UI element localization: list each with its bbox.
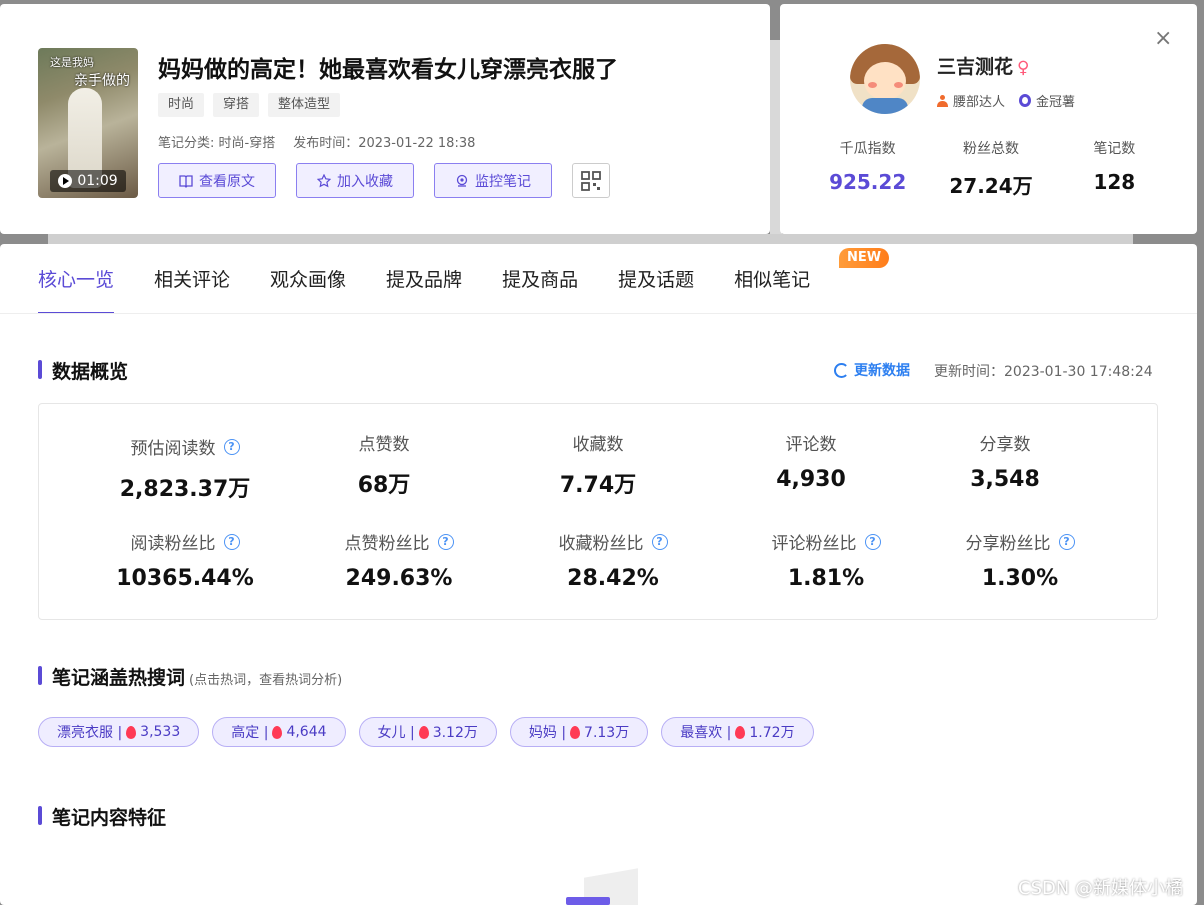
metric-like-fan-ratio: 点赞粉丝比? 249.63% — [344, 533, 454, 591]
duration-text: 01:09 — [77, 173, 118, 189]
tab-audience[interactable]: 观众画像 — [270, 244, 346, 314]
close-icon[interactable]: × — [1154, 28, 1172, 50]
tab-brands[interactable]: 提及品牌 — [386, 244, 462, 314]
help-icon[interactable]: ? — [223, 533, 240, 550]
tab-bar: 核心一览 相关评论 观众画像 提及品牌 提及商品 提及话题 相似笔记 — [38, 244, 810, 314]
author-badges: 腰部达人 金冠薯 — [937, 91, 1075, 110]
hot-word-chip[interactable]: 高定 | 4,644 — [212, 717, 346, 747]
hot-word-chip[interactable]: 最喜欢 | 1.72万 — [661, 717, 814, 747]
thumbnail-caption-1: 这是我妈 — [50, 56, 94, 69]
qr-code-button[interactable] — [572, 163, 610, 198]
refresh-data-button[interactable]: 更新数据 — [834, 360, 910, 380]
flame-icon — [126, 725, 137, 739]
note-tag: 时尚 — [158, 93, 205, 117]
main-panel: 核心一览 相关评论 观众画像 提及品牌 提及商品 提及话题 相似笔记 NEW 数… — [0, 244, 1197, 905]
monitor-note-button[interactable]: 监控笔记 — [434, 163, 552, 198]
note-category: 笔记分类: 时尚-穿搭 — [158, 136, 276, 151]
add-favorite-button[interactable]: 加入收藏 — [296, 163, 414, 198]
watermark: CSDN @新媒体小橘 — [1018, 878, 1184, 899]
view-original-button[interactable]: 查看原文 — [158, 163, 276, 198]
note-tag: 穿搭 — [213, 93, 260, 117]
author-stats: 千瓜指数 925.22 粉丝总数 27.24万 笔记数 128 — [806, 138, 1176, 199]
metric-read-fan-ratio: 阅读粉丝比? 10365.44% — [116, 533, 254, 591]
note-tag: 整体造型 — [268, 93, 341, 117]
star-icon — [317, 173, 331, 187]
metric-favorites: 收藏数 7.74万 — [559, 435, 637, 498]
note-card: 这是我妈 亲手做的 01:09 妈妈做的高定！她最喜欢看女儿穿漂亮衣服了 时尚 … — [0, 4, 770, 234]
thumbnail-caption-2: 亲手做的 — [74, 73, 130, 89]
refresh-icon — [834, 362, 849, 378]
qr-code-icon — [581, 170, 601, 191]
book-icon — [179, 174, 193, 188]
metric-est-reads: 预估阅读数? 2,823.37万 — [119, 438, 251, 502]
note-tags: 时尚 穿搭 整体造型 — [158, 93, 341, 117]
female-icon: ♀ — [1017, 58, 1030, 78]
play-icon — [58, 174, 73, 188]
note-meta: 笔记分类: 时尚-穿搭 发布时间：2023-01-22 18:38 — [158, 132, 475, 151]
add-favorite-label: 加入收藏 — [337, 173, 393, 190]
update-time: 更新时间：2023-01-30 17:48:24 — [934, 364, 1153, 380]
hot-word-list: 漂亮衣服 | 3,533 高定 | 4,644 女儿 | 3.12万 妈妈 | 7.13… — [38, 717, 814, 747]
metric-share-fan-ratio: 分享粉丝比? 1.30% — [905, 529, 1135, 591]
metric-shares: 分享数 3,548 — [970, 435, 1040, 492]
person-icon — [937, 94, 948, 107]
note-publish-time: 发布时间：2023-01-22 18:38 — [293, 136, 476, 151]
hot-words-hint: (点击热词，查看热词分析) — [189, 673, 343, 688]
author-name-row[interactable]: 三吉测花 ♀ — [937, 52, 1029, 79]
background-page-strip — [48, 234, 1133, 244]
note-actions: 查看原文 加入收藏 监控笔记 — [158, 163, 610, 198]
empty-state-illustration — [556, 868, 640, 905]
flame-icon — [735, 725, 746, 739]
divider — [0, 313, 1197, 314]
help-icon[interactable]: ? — [223, 438, 240, 455]
metric-likes: 点赞数 68万 — [357, 435, 411, 498]
note-thumbnail[interactable]: 这是我妈 亲手做的 01:09 — [38, 48, 138, 198]
tab-topics[interactable]: 提及话题 — [618, 244, 694, 314]
hot-word-chip[interactable]: 妈妈 | 7.13万 — [509, 717, 649, 747]
author-stat: 千瓜指数 925.22 — [829, 141, 907, 194]
monitor-note-label: 监控笔记 — [475, 173, 531, 190]
help-icon[interactable]: ? — [864, 533, 881, 550]
author-name: 三吉测花 — [937, 56, 1014, 78]
author-stat: 笔记数 128 — [1093, 141, 1136, 194]
medal-icon — [1019, 94, 1032, 107]
video-duration[interactable]: 01:09 — [50, 170, 126, 192]
section-title-hot-words: 笔记涵盖热搜词 (点击热词，查看热词分析) — [38, 663, 342, 690]
help-icon[interactable]: ? — [437, 533, 454, 550]
flame-icon — [570, 725, 581, 739]
hot-word-chip[interactable]: 漂亮衣服 | 3,533 — [38, 717, 200, 747]
avatar[interactable] — [850, 44, 920, 114]
tab-similar-notes[interactable]: 相似笔记 — [734, 244, 810, 314]
new-badge: NEW — [839, 248, 890, 268]
flame-icon — [418, 725, 429, 739]
tab-comments[interactable]: 相关评论 — [154, 244, 230, 314]
metrics-box: 预估阅读数? 2,823.37万 点赞数 68万 收藏数 7.74万 评论数 4… — [38, 403, 1158, 620]
section-title-content-features: 笔记内容特征 — [38, 803, 166, 830]
section-title-overview: 数据概览 — [38, 357, 128, 384]
flame-icon — [272, 725, 283, 739]
author-stat: 粉丝总数 27.24万 — [949, 141, 1033, 198]
view-original-label: 查看原文 — [199, 173, 255, 190]
note-title: 妈妈做的高定！她最喜欢看女儿穿漂亮衣服了 — [158, 57, 618, 83]
help-icon[interactable]: ? — [1058, 533, 1075, 550]
metric-fav-fan-ratio: 收藏粉丝比? 28.42% — [498, 529, 728, 591]
crown-level-badge: 金冠薯 — [1019, 91, 1075, 110]
help-icon[interactable]: ? — [651, 533, 668, 550]
tab-products[interactable]: 提及商品 — [502, 244, 578, 314]
creator-level-badge: 腰部达人 — [937, 91, 1005, 110]
location-pin-icon — [456, 174, 468, 187]
hot-word-chip[interactable]: 女儿 | 3.12万 — [358, 717, 497, 747]
tab-core-overview[interactable]: 核心一览 — [38, 244, 115, 314]
author-card: 三吉测花 ♀ 腰部达人 金冠薯 × 千瓜指数 925.22 粉丝总数 27.24万… — [780, 4, 1197, 234]
